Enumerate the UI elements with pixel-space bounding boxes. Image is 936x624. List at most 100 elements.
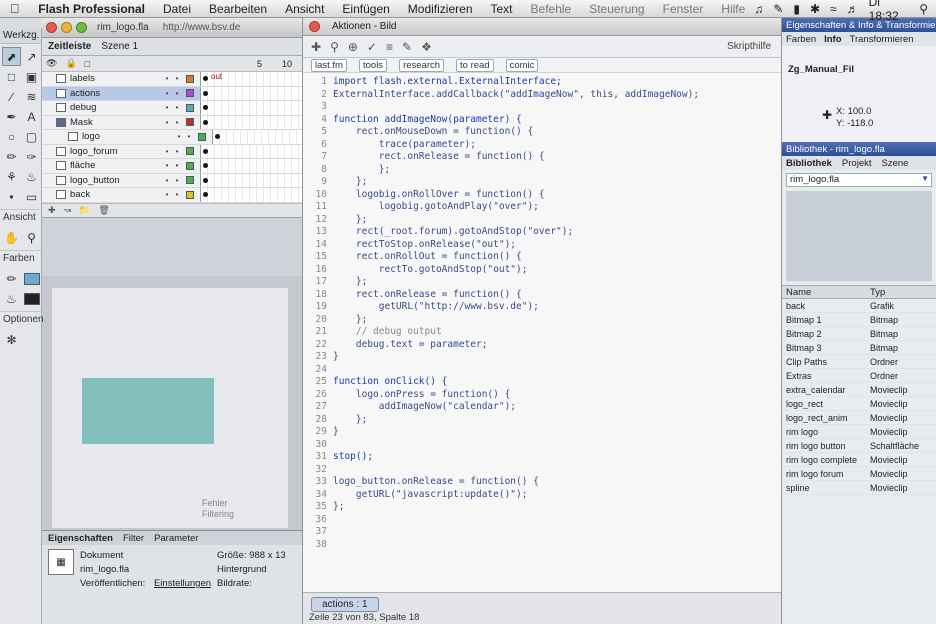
music-note-icon[interactable]: ♫ [754, 2, 763, 16]
library-item[interactable]: Clip Paths Ordner [782, 355, 936, 369]
code-text[interactable]: rect.onRelease = function() { [333, 151, 545, 164]
tab-project[interactable]: Projekt [842, 158, 872, 169]
tab-library[interactable]: Bibliothek [786, 158, 832, 169]
pen-tool-icon[interactable]: ✒ [2, 107, 21, 126]
visibility-toggle[interactable]: • [162, 147, 172, 156]
code-text[interactable]: }; [333, 414, 367, 427]
code-text[interactable]: rect.onMouseDown = function() { [333, 126, 533, 139]
zoom-window-icon[interactable] [76, 22, 87, 33]
artboard[interactable]: Fehler Filtering [52, 288, 288, 528]
code-line[interactable]: 16 rectTo.gotoAndStop("out"); [303, 264, 781, 277]
layer-row[interactable]: debug • • [42, 101, 302, 116]
code-line[interactable]: 3 [303, 101, 781, 114]
eye-icon[interactable]: 👁 [46, 58, 57, 69]
add-layer-icon[interactable]: ✚ [48, 205, 56, 216]
tab-scene[interactable]: Szene 1 [101, 41, 138, 52]
text-tool-icon[interactable]: A [22, 107, 41, 126]
layer-color-swatch[interactable] [186, 118, 194, 127]
lock-toggle[interactable]: • [172, 190, 182, 199]
document-tab[interactable]: rim_logo.fla [97, 22, 149, 33]
actions-frame-tab[interactable]: actions : 1 [311, 597, 379, 612]
layer-frames[interactable] [200, 115, 302, 129]
layer-row[interactable]: labels • • out [42, 72, 302, 87]
column-name[interactable]: Name [782, 287, 870, 298]
layer-frames[interactable] [200, 86, 302, 100]
code-hint-icon[interactable]: ✎ [402, 40, 412, 54]
code-line[interactable]: 20 }; [303, 314, 781, 327]
minimize-window-icon[interactable] [61, 22, 72, 33]
layer-row[interactable]: logo • • [42, 130, 302, 145]
library-item[interactable]: back Grafik [782, 299, 936, 313]
bluetooth-icon[interactable]: ✱ [810, 2, 820, 16]
code-text[interactable]: debug.text = parameter; [333, 339, 488, 352]
visibility-toggle[interactable]: • [162, 89, 172, 98]
layer-frames[interactable] [200, 144, 302, 158]
keyframe-marker[interactable] [203, 192, 208, 197]
lock-icon[interactable]: 🔒 [65, 58, 76, 69]
library-item[interactable]: extra_calendar Movieclip [782, 383, 936, 397]
tab-parameters[interactable]: Parameter [154, 533, 198, 544]
visibility-toggle[interactable]: • [162, 118, 172, 127]
close-window-icon[interactable] [46, 22, 57, 33]
menu-text[interactable]: Text [482, 2, 522, 16]
code-text[interactable]: } [333, 351, 339, 364]
keyframe-marker[interactable] [203, 119, 208, 125]
script-editor[interactable]: 1 import flash.external.ExternalInterface… [303, 76, 781, 562]
library-item[interactable]: rim logo Movieclip [782, 425, 936, 439]
layer-color-swatch[interactable] [198, 132, 206, 141]
code-line[interactable]: 10 logobig.onRollOver = function() { [303, 189, 781, 202]
logo-rectangle[interactable] [82, 378, 214, 444]
brush-tool-icon[interactable]: ✑ [22, 147, 41, 166]
lock-toggle[interactable]: • [172, 103, 182, 112]
code-text[interactable]: getURL("javascript:update()"); [333, 489, 528, 502]
lock-toggle[interactable]: • [172, 176, 182, 185]
lock-toggle[interactable]: • [172, 147, 182, 156]
find-icon[interactable]: ⚲ [330, 40, 339, 54]
settings-button[interactable]: Einstellungen [154, 578, 211, 589]
layer-color-swatch[interactable] [186, 147, 194, 156]
tab-colors[interactable]: Farben [786, 34, 816, 45]
library-item[interactable]: logo_rect Movieclip [782, 397, 936, 411]
apple-menu-icon[interactable]:  [0, 1, 29, 16]
code-text[interactable]: function onClick() { [333, 376, 447, 389]
bookmark-comic[interactable]: comic [505, 58, 539, 72]
layer-row[interactable]: back • • [42, 188, 302, 203]
menu-modifizieren[interactable]: Modifizieren [399, 2, 482, 16]
code-text[interactable]: rect.onRelease = function() { [333, 289, 522, 302]
visibility-toggle[interactable]: • [162, 190, 172, 199]
subselection-tool-icon[interactable]: ↗ [22, 47, 41, 66]
oval-tool-icon[interactable]: ○ [2, 127, 21, 146]
code-text[interactable]: }; [333, 176, 367, 189]
layer-color-swatch[interactable] [186, 103, 194, 112]
code-line[interactable]: 1 import flash.external.ExternalInterface… [303, 76, 781, 89]
code-line[interactable]: 17 }; [303, 276, 781, 289]
code-line[interactable]: 4 function addImageNow(parameter) { [303, 114, 781, 127]
tab-scene-lib[interactable]: Szene [882, 158, 909, 169]
code-line[interactable]: 27 addImageNow("calendar"); [303, 401, 781, 414]
code-line[interactable]: 25 function onClick() { [303, 376, 781, 389]
free-transform-tool-icon[interactable]: □ [2, 67, 21, 86]
lasso-tool-icon[interactable]: ≋ [22, 87, 41, 106]
layer-frames[interactable] [200, 188, 302, 202]
wifi-icon[interactable]: ≈ [830, 2, 837, 16]
library-item[interactable]: Bitmap 3 Bitmap [782, 341, 936, 355]
layer-row[interactable]: fläche • • [42, 159, 302, 174]
code-text[interactable]: logo.onPress = function() { [333, 389, 510, 402]
code-line[interactable]: 7 rect.onRelease = function() { [303, 151, 781, 164]
code-text[interactable]: }; [333, 276, 367, 289]
code-text[interactable]: rectTo.gotoAndStop("out"); [333, 264, 528, 277]
paint-bucket-tool-icon[interactable]: ♨ [22, 167, 41, 186]
code-line[interactable]: 30 [303, 439, 781, 452]
visibility-toggle[interactable]: • [162, 74, 172, 83]
layer-frames[interactable] [200, 173, 302, 187]
script-icon[interactable]: ✎ [773, 2, 783, 16]
code-text[interactable]: }; [333, 164, 390, 177]
library-item[interactable]: rim logo forum Movieclip [782, 467, 936, 481]
column-type[interactable]: Typ [870, 287, 936, 298]
code-line[interactable]: 29} [303, 426, 781, 439]
code-line[interactable]: 26 logo.onPress = function() { [303, 389, 781, 402]
library-header[interactable]: Bibliothek - rim_logo.fla [782, 142, 936, 156]
visibility-toggle[interactable]: • [174, 132, 184, 141]
keyframe-marker[interactable] [215, 134, 220, 139]
pencil-tool-icon[interactable]: ✏ [2, 147, 21, 166]
